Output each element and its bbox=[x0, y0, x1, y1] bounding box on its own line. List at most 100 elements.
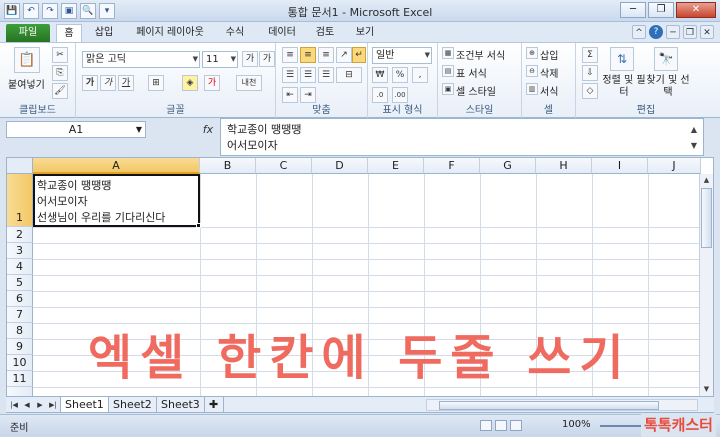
row-header-12[interactable] bbox=[7, 387, 33, 396]
column-header-c[interactable]: C bbox=[256, 158, 312, 174]
help-icon[interactable]: ? bbox=[649, 25, 663, 39]
delete-cells-button[interactable]: 삭제 bbox=[540, 65, 558, 80]
formula-input[interactable]: 학교종이 땡땡땡 어서모이자 ▲ ▼ bbox=[220, 118, 704, 156]
insert-cells-button[interactable]: 삽입 bbox=[540, 47, 558, 62]
paste-icon[interactable]: 📋 bbox=[14, 47, 40, 73]
wrap-text-icon[interactable]: ↵ bbox=[352, 47, 366, 63]
bold-button[interactable]: 가 bbox=[82, 75, 98, 91]
normal-view-icon[interactable] bbox=[480, 420, 492, 431]
page-layout-view-icon[interactable] bbox=[495, 420, 507, 431]
name-box[interactable]: A1 ▼ bbox=[6, 121, 146, 138]
shrink-font-button[interactable]: 가 bbox=[259, 51, 275, 67]
horizontal-scroll-thumb[interactable] bbox=[439, 401, 659, 410]
align-top-icon[interactable]: ≡ bbox=[282, 47, 298, 63]
next-sheet-icon[interactable]: ▶ bbox=[34, 399, 46, 411]
comma-button[interactable]: , bbox=[412, 67, 428, 83]
format-painter-icon[interactable]: 🖌 bbox=[52, 83, 68, 99]
select-all-corner[interactable] bbox=[7, 158, 33, 174]
insert-sheet-icon[interactable]: ✚ bbox=[204, 397, 224, 413]
sheet-tab-sheet2[interactable]: Sheet2 bbox=[108, 397, 157, 413]
close-button[interactable]: ✕ bbox=[676, 2, 716, 18]
align-middle-icon[interactable]: ≡ bbox=[300, 47, 316, 63]
last-sheet-icon[interactable]: ▶| bbox=[47, 399, 59, 411]
column-header-i[interactable]: I bbox=[592, 158, 648, 174]
cell-a1[interactable]: 학교종이 땡땡땡 어서모이자 선생님이 우리를 기다리신다 bbox=[33, 174, 200, 227]
table-format-button[interactable]: 표 서식 bbox=[456, 65, 487, 80]
page-break-view-icon[interactable] bbox=[510, 420, 522, 431]
column-header-f[interactable]: F bbox=[424, 158, 480, 174]
number-format-select[interactable]: 일반 ▼ bbox=[372, 47, 432, 64]
tab-page-layout[interactable]: 페이지 레이아웃 bbox=[128, 24, 212, 42]
tab-insert[interactable]: 삽입 bbox=[88, 24, 120, 42]
restore-button[interactable]: ❐ bbox=[648, 2, 674, 18]
tab-home[interactable]: 홈 bbox=[56, 24, 82, 42]
phonetic-button[interactable]: 내천 bbox=[236, 75, 262, 91]
ribbon-minimize-icon[interactable]: ^ bbox=[632, 25, 646, 39]
cut-icon[interactable]: ✂ bbox=[52, 47, 68, 63]
row-header-4[interactable]: 4 bbox=[7, 259, 33, 275]
conditional-format-button[interactable]: 조건부 서식 bbox=[456, 47, 505, 62]
autosum-button[interactable]: Σ bbox=[582, 47, 598, 63]
row-header-2[interactable]: 2 bbox=[7, 227, 33, 243]
sort-filter-button[interactable]: 정렬 및 필터 bbox=[602, 75, 646, 99]
scroll-up-icon[interactable]: ▲ bbox=[700, 174, 713, 187]
orientation-icon[interactable]: ↗ bbox=[336, 47, 352, 63]
fill-handle[interactable] bbox=[196, 223, 201, 228]
row-header-7[interactable]: 7 bbox=[7, 307, 33, 323]
vertical-scrollbar[interactable]: ▲ ▼ bbox=[699, 174, 713, 396]
merge-center-icon[interactable]: ⊟ bbox=[336, 67, 362, 83]
tab-view[interactable]: 보기 bbox=[350, 24, 380, 42]
currency-icon[interactable]: ₩ bbox=[372, 67, 388, 83]
minimize-button[interactable]: ─ bbox=[620, 2, 646, 18]
row-header-11[interactable]: 11 bbox=[7, 371, 33, 387]
row-header-9[interactable]: 9 bbox=[7, 339, 33, 355]
formula-bar-scroll[interactable]: ▲ ▼ bbox=[689, 122, 699, 152]
column-header-b[interactable]: B bbox=[200, 158, 256, 174]
doc-restore-icon[interactable]: ❐ bbox=[683, 25, 697, 39]
column-header-h[interactable]: H bbox=[536, 158, 592, 174]
format-cells-button[interactable]: 서식 bbox=[540, 83, 558, 98]
column-header-j[interactable]: J bbox=[648, 158, 701, 174]
row-header-8[interactable]: 8 bbox=[7, 323, 33, 339]
doc-close-icon[interactable]: ✕ bbox=[700, 25, 714, 39]
column-header-d[interactable]: D bbox=[312, 158, 368, 174]
column-header-g[interactable]: G bbox=[480, 158, 536, 174]
row-header-1[interactable]: 1 bbox=[7, 174, 33, 227]
doc-minimize-icon[interactable]: ─ bbox=[666, 25, 680, 39]
align-left-icon[interactable]: ☰ bbox=[282, 67, 298, 83]
scroll-down-icon[interactable]: ▼ bbox=[700, 383, 713, 396]
borders-icon[interactable]: ⊞ bbox=[148, 75, 164, 91]
first-sheet-icon[interactable]: |◀ bbox=[8, 399, 20, 411]
tab-file[interactable]: 파일 bbox=[6, 24, 50, 42]
font-name-select[interactable]: 맑은 고딕 ▼ bbox=[82, 51, 200, 68]
sheet-tab-sheet1[interactable]: Sheet1 bbox=[60, 397, 109, 413]
align-center-icon[interactable]: ☰ bbox=[300, 67, 316, 83]
tab-formulas[interactable]: 수식 bbox=[220, 24, 250, 42]
percent-button[interactable]: % bbox=[392, 67, 408, 83]
underline-button[interactable]: 가 bbox=[118, 75, 134, 91]
column-header-a[interactable]: A bbox=[33, 158, 200, 174]
tab-data[interactable]: 데이터 bbox=[262, 24, 302, 42]
zoom-level[interactable]: 100% bbox=[562, 419, 591, 430]
italic-button[interactable]: 가 bbox=[100, 75, 116, 91]
row-header-3[interactable]: 3 bbox=[7, 243, 33, 259]
insert-function-icon[interactable]: fx bbox=[200, 121, 216, 138]
grow-font-button[interactable]: 가 bbox=[242, 51, 258, 67]
row-header-6[interactable]: 6 bbox=[7, 291, 33, 307]
fill-icon[interactable]: ⇩ bbox=[582, 65, 598, 81]
align-right-icon[interactable]: ☰ bbox=[318, 67, 334, 83]
horizontal-scrollbar[interactable] bbox=[426, 399, 698, 411]
font-color-button[interactable]: 가 bbox=[204, 75, 220, 91]
find-select-button[interactable]: 찾기 및 선택 bbox=[646, 75, 690, 99]
sheet-tab-sheet3[interactable]: Sheet3 bbox=[156, 397, 205, 413]
row-header-10[interactable]: 10 bbox=[7, 355, 33, 371]
tab-review[interactable]: 검토 bbox=[310, 24, 340, 42]
sort-filter-icon[interactable]: ⇅ bbox=[610, 47, 634, 71]
column-header-e[interactable]: E bbox=[368, 158, 424, 174]
cell-style-button[interactable]: 셀 스타일 bbox=[456, 83, 496, 98]
find-select-icon[interactable]: 🔭 bbox=[654, 47, 678, 71]
align-bottom-icon[interactable]: ≡ bbox=[318, 47, 334, 63]
paste-button[interactable]: 붙여넣기 bbox=[8, 76, 45, 91]
fill-color-icon[interactable]: ◈ bbox=[182, 75, 198, 91]
font-size-select[interactable]: 11 ▼ bbox=[202, 51, 238, 68]
